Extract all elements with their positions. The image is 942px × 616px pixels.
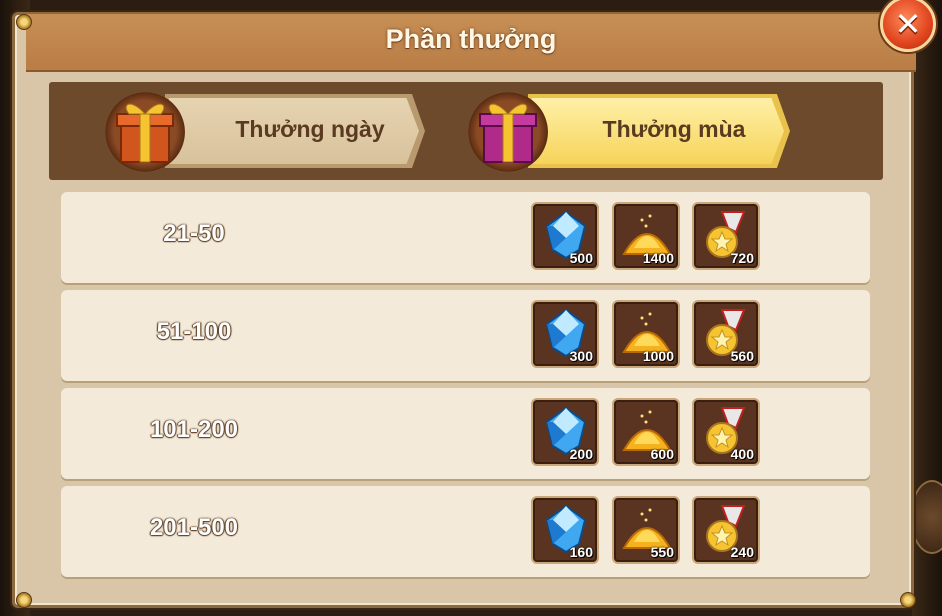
gift-icon (105, 92, 185, 172)
reward-count: 400 (730, 446, 754, 462)
diamond-reward-slot[interactable]: 160 (531, 496, 599, 564)
medal-reward-slot[interactable]: 560 (692, 300, 760, 368)
tab-season-reward[interactable]: Thưởng mùa (468, 92, 790, 172)
medal-reward-slot[interactable]: 400 (692, 398, 760, 466)
reward-row: 21-50 500 1400 720 (61, 192, 870, 283)
tab-label: Thưởng mùa (602, 116, 746, 142)
gold-reward-slot[interactable]: 550 (612, 496, 680, 564)
reward-count: 300 (569, 348, 593, 364)
diamond-reward-slot[interactable]: 200 (531, 398, 599, 466)
diamond-reward-slot[interactable]: 300 (531, 300, 599, 368)
reward-count: 500 (569, 250, 593, 266)
dialog-title: Phần thưởng (385, 24, 557, 54)
reward-count: 600 (650, 446, 674, 462)
reward-row: 51-100 300 1000 560 (61, 290, 870, 381)
reward-count: 1000 (642, 348, 674, 364)
tab-bar: Thưởng ngày Thưởng mùa (49, 82, 883, 180)
reward-count: 240 (730, 544, 754, 560)
corner-rivet (16, 14, 32, 30)
diamond-reward-slot[interactable]: 500 (531, 202, 599, 270)
reward-row: 201-500 160 550 240 (61, 486, 870, 577)
rank-range: 51-100 (156, 318, 232, 345)
tab-label: Thưởng ngày (235, 116, 385, 142)
reward-count: 160 (569, 544, 593, 560)
reward-count: 550 (650, 544, 674, 560)
reward-count: 560 (730, 348, 754, 364)
gold-reward-slot[interactable]: 1000 (612, 300, 680, 368)
title-bar: Phần thưởng (26, 14, 916, 72)
corner-rivet (16, 592, 32, 608)
corner-rivet (900, 592, 916, 608)
reward-count: 720 (730, 250, 754, 266)
gift-icon (468, 92, 548, 172)
gold-reward-slot[interactable]: 600 (612, 398, 680, 466)
close-icon: ✕ (894, 5, 922, 43)
gold-reward-slot[interactable]: 1400 (612, 202, 680, 270)
reward-count: 1400 (642, 250, 674, 266)
rank-range: 21-50 (163, 220, 225, 247)
tab-daily-reward[interactable]: Thưởng ngày (105, 92, 425, 172)
reward-count: 200 (569, 446, 593, 462)
medal-reward-slot[interactable]: 720 (692, 202, 760, 270)
rank-range: 201-500 (149, 514, 239, 541)
medal-reward-slot[interactable]: 240 (692, 496, 760, 564)
rank-range: 101-200 (149, 416, 239, 443)
reward-row: 101-200 200 600 400 (61, 388, 870, 479)
